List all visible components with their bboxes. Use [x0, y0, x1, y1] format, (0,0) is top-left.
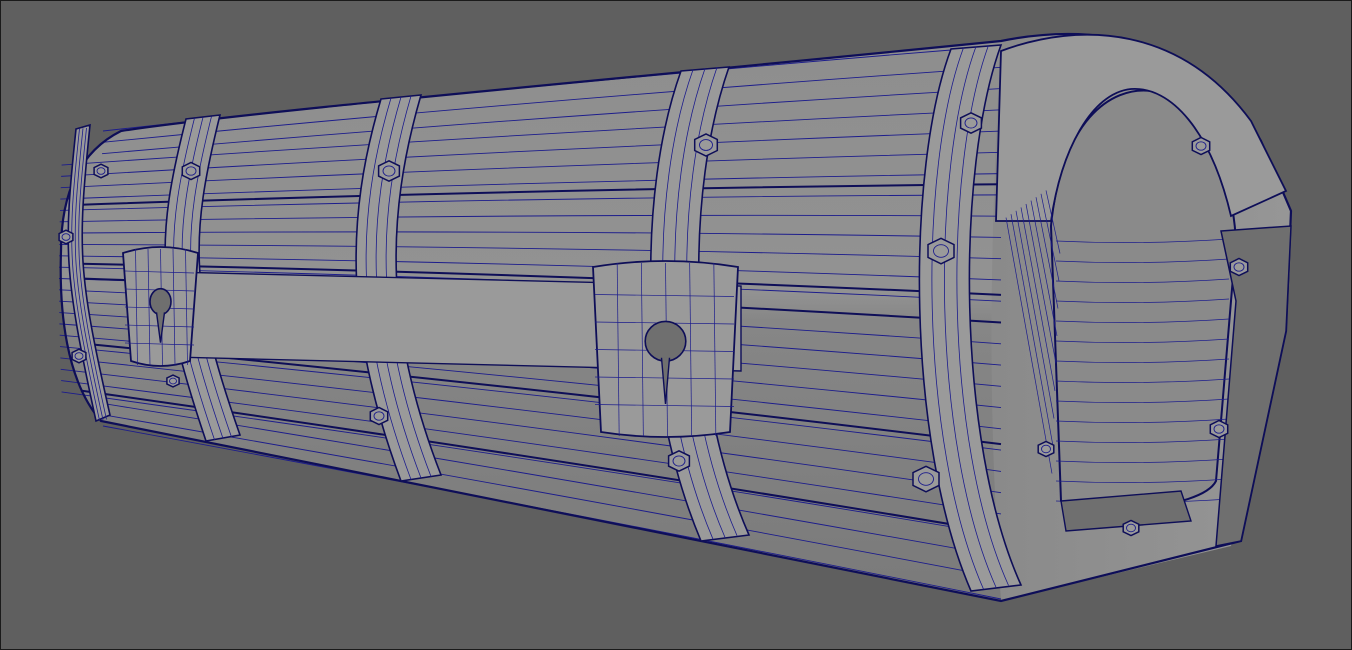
rivet	[1229, 257, 1249, 277]
lock-plate	[592, 260, 739, 438]
rivet	[693, 133, 719, 157]
rivet	[377, 159, 401, 183]
rivet-hex-icon	[1191, 136, 1211, 156]
rivet-hex-icon	[1037, 440, 1055, 458]
rivet-hex-icon	[667, 449, 691, 473]
rivet-hex-icon	[1122, 519, 1140, 537]
rivet	[166, 374, 180, 388]
rivet-hex-icon	[959, 111, 983, 135]
rivet-hex-icon	[693, 133, 719, 157]
rivet-hex-icon	[181, 161, 201, 181]
rivet	[181, 161, 201, 181]
chest-wireframe-model[interactable]	[1, 1, 1351, 649]
rivet-hex-icon	[166, 374, 180, 388]
keyhole-icon	[149, 287, 172, 316]
rivet	[58, 229, 74, 245]
rivet-hex-icon	[93, 163, 109, 179]
3d-viewport[interactable]	[0, 0, 1352, 650]
rivet-hex-icon	[927, 237, 955, 265]
rivet-hex-icon	[58, 229, 74, 245]
rivet	[667, 449, 691, 473]
rivet-hex-icon	[71, 348, 87, 364]
rivet	[369, 406, 389, 426]
rivet	[93, 163, 109, 179]
rivet	[1037, 440, 1055, 458]
lock-plate	[122, 246, 199, 367]
rivet-hex-icon	[912, 465, 940, 493]
rivet	[1191, 136, 1211, 156]
rivet	[1122, 519, 1140, 537]
door-panel	[1049, 89, 1238, 511]
rivet	[959, 111, 983, 135]
keyhole-icon	[644, 320, 687, 362]
rivet-hex-icon	[1209, 419, 1229, 439]
rivet-hex-icon	[369, 406, 389, 426]
rivet	[927, 237, 955, 265]
rivet	[71, 348, 87, 364]
rivet	[912, 465, 940, 493]
rivet-hex-icon	[377, 159, 401, 183]
rivet-hex-icon	[1229, 257, 1249, 277]
rivet	[1209, 419, 1229, 439]
